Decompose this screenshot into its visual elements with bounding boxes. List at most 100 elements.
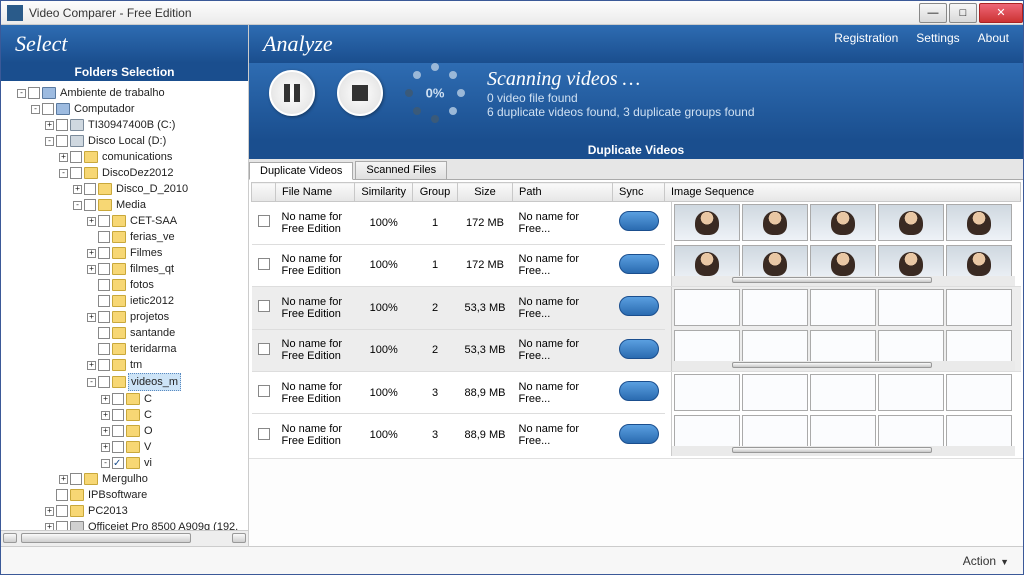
sync-button[interactable]: [619, 254, 659, 274]
col-similarity[interactable]: Similarity: [355, 183, 413, 202]
tree-toggle[interactable]: +: [87, 361, 96, 370]
tree-toggle[interactable]: +: [59, 475, 68, 484]
tree-label[interactable]: Ambiente de trabalho: [58, 85, 167, 101]
minimize-button[interactable]: —: [919, 3, 947, 23]
tree-checkbox[interactable]: [84, 183, 96, 195]
col-sync[interactable]: Sync: [613, 183, 665, 202]
tree-label[interactable]: ferias_ve: [128, 229, 177, 245]
tree-checkbox[interactable]: [112, 457, 124, 469]
tree-label[interactable]: IPBsoftware: [86, 487, 149, 503]
row-checkbox[interactable]: [258, 343, 270, 355]
tree-label[interactable]: Media: [114, 197, 148, 213]
tree-toggle[interactable]: +: [45, 523, 54, 531]
scroll-thumb[interactable]: [21, 533, 191, 543]
tree-checkbox[interactable]: [70, 167, 82, 179]
tree-checkbox[interactable]: [98, 279, 110, 291]
row-checkbox[interactable]: [258, 215, 270, 227]
tree-label[interactable]: O: [142, 423, 155, 439]
settings-link[interactable]: Settings: [916, 31, 959, 45]
tree-toggle[interactable]: -: [17, 89, 26, 98]
tree-toggle[interactable]: +: [59, 153, 68, 162]
tree-toggle[interactable]: +: [87, 217, 96, 226]
col-image-sequence[interactable]: Image Sequence: [665, 183, 1021, 202]
sequence-h-scrollbar[interactable]: [672, 446, 1015, 456]
tree-label[interactable]: projetos: [128, 309, 171, 325]
tree-label[interactable]: teridarma: [128, 341, 178, 357]
row-checkbox[interactable]: [258, 300, 270, 312]
row-checkbox[interactable]: [258, 258, 270, 270]
tree-toggle[interactable]: +: [45, 507, 54, 516]
tree-label[interactable]: Officejet Pro 8500 A909g (192.: [86, 519, 240, 530]
table-row[interactable]: No name for Free Edition 100% 3 88,9 MB …: [252, 372, 1021, 414]
table-row[interactable]: No name for Free Edition 100% 2 53,3 MB …: [252, 287, 1021, 330]
tree-label[interactable]: videos_m: [128, 373, 181, 391]
sync-button[interactable]: [619, 211, 659, 231]
tree-checkbox[interactable]: [112, 409, 124, 421]
pause-button[interactable]: [269, 70, 315, 116]
tree-label[interactable]: TI30947400B (C:): [86, 117, 177, 133]
row-checkbox[interactable]: [258, 385, 270, 397]
tree-toggle[interactable]: +: [87, 249, 96, 258]
col-filename[interactable]: File Name: [276, 183, 355, 202]
tree-label[interactable]: vi: [142, 455, 154, 471]
tree-label[interactable]: fotos: [128, 277, 156, 293]
tree-label[interactable]: filmes_qt: [128, 261, 176, 277]
tree-toggle[interactable]: +: [87, 313, 96, 322]
tree-toggle[interactable]: +: [101, 443, 110, 452]
tree-label[interactable]: PC2013: [86, 503, 130, 519]
table-row[interactable]: No name for Free Edition 100% 1 172 MB N…: [252, 202, 1021, 245]
tree-checkbox[interactable]: [98, 311, 110, 323]
about-link[interactable]: About: [978, 31, 1009, 45]
tree-checkbox[interactable]: [98, 359, 110, 371]
tree-checkbox[interactable]: [56, 119, 68, 131]
scroll-right-icon[interactable]: [232, 533, 246, 543]
tree-label[interactable]: Disco_D_2010: [114, 181, 190, 197]
tree-label[interactable]: comunications: [100, 149, 174, 165]
tree-checkbox[interactable]: [70, 151, 82, 163]
col-group[interactable]: Group: [413, 183, 458, 202]
sync-button[interactable]: [619, 339, 659, 359]
col-size[interactable]: Size: [458, 183, 513, 202]
tree-label[interactable]: tm: [128, 357, 144, 373]
tree-label[interactable]: Mergulho: [100, 471, 150, 487]
tree-label[interactable]: Filmes: [128, 245, 164, 261]
tree-h-scrollbar[interactable]: [1, 530, 248, 546]
tree-label[interactable]: Computador: [72, 101, 137, 117]
tree-checkbox[interactable]: [98, 376, 110, 388]
tree-label[interactable]: Disco Local (D:): [86, 133, 168, 149]
tree-checkbox[interactable]: [56, 489, 68, 501]
sequence-h-scrollbar[interactable]: [672, 276, 1015, 286]
tree-checkbox[interactable]: [98, 343, 110, 355]
tree-checkbox[interactable]: [84, 199, 96, 211]
tree-toggle[interactable]: -: [73, 201, 82, 210]
tree-toggle[interactable]: +: [73, 185, 82, 194]
stop-button[interactable]: [337, 70, 383, 116]
tree-toggle[interactable]: +: [101, 395, 110, 404]
tab-duplicate-videos[interactable]: Duplicate Videos: [249, 162, 353, 180]
sync-button[interactable]: [619, 424, 659, 444]
tree-toggle[interactable]: +: [101, 411, 110, 420]
tree-checkbox[interactable]: [56, 521, 68, 530]
close-button[interactable]: ✕: [979, 3, 1023, 23]
tree-label[interactable]: ietic2012: [128, 293, 176, 309]
tree-toggle[interactable]: -: [101, 459, 110, 468]
tree-toggle[interactable]: -: [59, 169, 68, 178]
maximize-button[interactable]: □: [949, 3, 977, 23]
tree-checkbox[interactable]: [98, 231, 110, 243]
tree-checkbox[interactable]: [98, 263, 110, 275]
tree-toggle[interactable]: -: [31, 105, 40, 114]
col-path[interactable]: Path: [513, 183, 613, 202]
tree-checkbox[interactable]: [98, 295, 110, 307]
tree-checkbox[interactable]: [42, 103, 54, 115]
tree-label[interactable]: C: [142, 391, 154, 407]
tree-label[interactable]: V: [142, 439, 153, 455]
scroll-left-icon[interactable]: [3, 533, 17, 543]
tree-checkbox[interactable]: [98, 215, 110, 227]
tree-toggle[interactable]: -: [87, 378, 96, 387]
tree-checkbox[interactable]: [112, 393, 124, 405]
tree-checkbox[interactable]: [28, 87, 40, 99]
tree-toggle[interactable]: -: [45, 137, 54, 146]
tree-checkbox[interactable]: [112, 441, 124, 453]
tree-label[interactable]: DiscoDez2012: [100, 165, 176, 181]
sequence-h-scrollbar[interactable]: [672, 361, 1015, 371]
